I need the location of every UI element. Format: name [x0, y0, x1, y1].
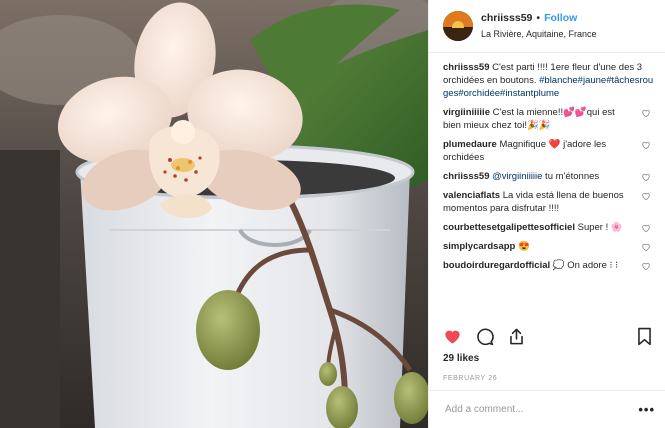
comment-item: chriisss59 @virgiiniiiiie tu m'étonnes [443, 170, 655, 183]
likes-count[interactable]: 29 likes [443, 353, 479, 364]
orchid-photo-illustration [0, 0, 428, 428]
comment-text: tu m'étonnes [542, 171, 600, 182]
comment-item: valenciaflats La vida está llena de buen… [443, 189, 655, 215]
heart-outline-icon[interactable] [641, 242, 651, 252]
comment-item: simplycardsapp 😍 [443, 240, 655, 253]
comment-username[interactable]: plumedaure [443, 139, 497, 150]
comment-text: 😍 [517, 241, 530, 252]
bookmark-icon[interactable] [636, 327, 653, 346]
header-separator: • [536, 12, 541, 24]
share-icon[interactable] [507, 327, 526, 346]
heart-outline-icon[interactable] [641, 172, 651, 182]
header-username[interactable]: chriisss59 [481, 11, 532, 25]
heart-outline-icon[interactable] [641, 191, 651, 201]
comment-username[interactable]: chriisss59 [443, 171, 489, 182]
post-date[interactable]: FEBRUARY 26 [443, 375, 497, 382]
action-bar [443, 327, 526, 346]
sunset-avatar-icon [443, 11, 473, 41]
comment-username[interactable]: valenciaflats [443, 190, 500, 201]
comment-item: courbettesetgalipettesofficiel Super ! 🌸 [443, 221, 655, 234]
caption-username[interactable]: chriisss59 [443, 62, 489, 73]
post-caption: chriisss59 C'est parti !!!! 1ere fleur d… [443, 61, 655, 100]
comment-username[interactable]: boudoirduregardofficial [443, 260, 550, 271]
heart-outline-icon[interactable] [641, 261, 651, 271]
comment-text: 💭 On adore ⁝ ⁝ [552, 260, 619, 271]
comment-text: Super ! 🌸 [577, 222, 623, 233]
avatar[interactable] [443, 11, 473, 41]
comment-item: boudoirduregardofficial 💭 On adore ⁝ ⁝ [443, 259, 655, 272]
heart-outline-icon[interactable] [641, 140, 651, 150]
post-photo[interactable] [0, 0, 428, 428]
follow-button[interactable]: Follow [544, 11, 577, 25]
heart-outline-icon[interactable] [641, 223, 651, 233]
comment-mention[interactable]: @virgiiniiiiie [492, 171, 542, 182]
comment-item: plumedaure Magnifique ❤️ j'adore les orc… [443, 138, 655, 164]
post-location[interactable]: La Rivière, Aquitaine, France [481, 27, 597, 41]
comments-list: chriisss59 C'est parti !!!! 1ere fleur d… [429, 53, 665, 272]
heart-filled-icon[interactable] [443, 327, 462, 346]
speech-bubble-icon[interactable] [475, 327, 494, 346]
add-comment-bar: ••• [429, 390, 665, 428]
add-comment-input[interactable] [443, 403, 639, 416]
comment-username[interactable]: courbettesetgalipettesofficiel [443, 222, 575, 233]
more-options-icon[interactable]: ••• [638, 402, 655, 417]
header-text: chriisss59 • Follow La Rivière, Aquitain… [481, 11, 597, 41]
post-header: chriisss59 • Follow La Rivière, Aquitain… [429, 0, 665, 53]
comment-username[interactable]: virgiiniiiiie [443, 107, 490, 118]
heart-outline-icon[interactable] [641, 108, 651, 118]
comment-username[interactable]: simplycardsapp [443, 241, 515, 252]
instagram-post: chriisss59 • Follow La Rivière, Aquitain… [0, 0, 665, 428]
post-side-panel: chriisss59 • Follow La Rivière, Aquitain… [428, 0, 665, 428]
header-user-row: chriisss59 • Follow [481, 11, 597, 25]
comment-item: virgiiniiiiie C'est la mienne!!💕💕qui est… [443, 106, 655, 132]
